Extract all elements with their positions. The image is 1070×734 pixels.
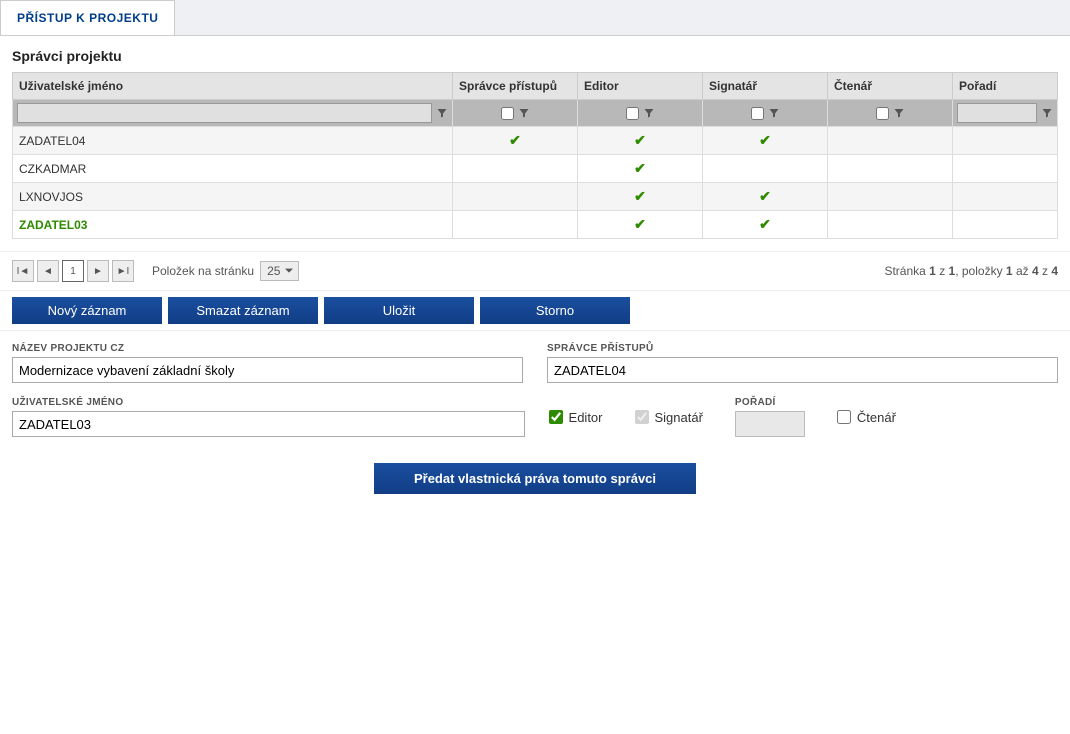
cell-username: LXNOVJOS [13,183,453,211]
pager: I◄ ◄ 1 ► ►I Položek na stránku 25 Stránk… [0,251,1070,290]
cell-access-admin [453,211,578,239]
filter-row [13,100,1058,127]
table-row[interactable]: CZKADMAR ✔ [13,155,1058,183]
table-row[interactable]: LXNOVJOS ✔ ✔ [13,183,1058,211]
order-input [735,411,805,437]
check-icon: ✔ [634,132,646,148]
filter-username-input[interactable] [17,103,432,123]
col-order[interactable]: Pořadí [953,73,1058,100]
cell-username: ZADATEL03 [13,211,453,239]
access-admin-input[interactable] [547,357,1058,383]
pager-next[interactable]: ► [87,260,109,282]
filter-icon[interactable] [1041,107,1053,119]
signatory-checkbox [635,410,649,424]
cell-order [953,127,1058,155]
reader-checkbox[interactable] [837,410,851,424]
detail-form: NÁZEV PROJEKTU CZ SPRÁVCE PŘÍSTUPŮ UŽIVA… [0,331,1070,530]
editor-checkbox[interactable] [549,410,563,424]
delete-record-button[interactable]: Smazat záznam [168,297,318,324]
access-admin-label: SPRÁVCE PŘÍSTUPŮ [547,343,1058,354]
check-icon: ✔ [634,188,646,204]
check-icon: ✔ [634,160,646,176]
cell-reader [828,155,953,183]
pager-first[interactable]: I◄ [12,260,34,282]
transfer-ownership-button[interactable]: Předat vlastnická práva tomuto správci [374,463,696,494]
check-icon: ✔ [634,216,646,232]
pager-last[interactable]: ►I [112,260,134,282]
cell-username: ZADATEL04 [13,127,453,155]
cell-editor: ✔ [578,127,703,155]
project-name-input[interactable] [12,357,523,383]
cell-access-admin [453,183,578,211]
cell-order [953,155,1058,183]
filter-editor-checkbox[interactable] [626,107,639,120]
cell-signatory: ✔ [703,127,828,155]
username-input[interactable] [12,411,525,437]
table-row[interactable]: ZADATEL03 ✔ ✔ [13,211,1058,239]
pager-prev[interactable]: ◄ [37,260,59,282]
col-reader[interactable]: Čtenář [828,73,953,100]
check-icon: ✔ [509,132,521,148]
section-title: Správci projektu [12,48,1058,64]
cell-reader [828,127,953,155]
filter-icon[interactable] [436,107,448,119]
username-label: UŽIVATELSKÉ JMÉNO [12,397,525,408]
cell-signatory [703,155,828,183]
items-per-page-select[interactable]: 25 [260,261,299,281]
cell-editor: ✔ [578,211,703,239]
managers-grid: Uživatelské jméno Správce přístupů Edito… [12,72,1058,239]
new-record-button[interactable]: Nový záznam [12,297,162,324]
tab-project-access[interactable]: PŘÍSTUP K PROJEKTU [0,0,175,35]
check-icon: ✔ [759,188,771,204]
tab-bar: PŘÍSTUP K PROJEKTU [0,0,1070,36]
check-icon: ✔ [759,132,771,148]
table-row[interactable]: ZADATEL04 ✔ ✔ ✔ [13,127,1058,155]
filter-signatory-checkbox[interactable] [751,107,764,120]
cell-order [953,211,1058,239]
project-name-label: NÁZEV PROJEKTU CZ [12,343,523,354]
save-button[interactable]: Uložit [324,297,474,324]
cell-signatory: ✔ [703,183,828,211]
cell-signatory: ✔ [703,211,828,239]
cell-reader [828,211,953,239]
col-signatory[interactable]: Signatář [703,73,828,100]
cell-reader [828,183,953,211]
filter-icon[interactable] [643,107,655,119]
editor-checkbox-label: Editor [569,410,603,425]
cell-access-admin [453,155,578,183]
cancel-button[interactable]: Storno [480,297,630,324]
filter-icon[interactable] [893,107,905,119]
col-username[interactable]: Uživatelské jméno [13,73,453,100]
check-icon: ✔ [759,216,771,232]
signatory-checkbox-label: Signatář [655,410,703,425]
filter-icon[interactable] [518,107,530,119]
filter-access-admin-checkbox[interactable] [501,107,514,120]
reader-checkbox-label: Čtenář [857,410,896,425]
cell-editor: ✔ [578,183,703,211]
cell-editor: ✔ [578,155,703,183]
action-row: Nový záznam Smazat záznam Uložit Storno [0,290,1070,331]
pager-summary: Stránka 1 z 1, položky 1 až 4 z 4 [884,264,1058,278]
cell-order [953,183,1058,211]
cell-access-admin: ✔ [453,127,578,155]
items-per-page-label: Položek na stránku [152,264,254,278]
filter-icon[interactable] [768,107,780,119]
pager-current[interactable]: 1 [62,260,84,282]
cell-username: CZKADMAR [13,155,453,183]
filter-reader-checkbox[interactable] [876,107,889,120]
col-editor[interactable]: Editor [578,73,703,100]
col-access-admin[interactable]: Správce přístupů [453,73,578,100]
filter-order-input[interactable] [957,103,1037,123]
order-label: POŘADÍ [735,397,805,408]
